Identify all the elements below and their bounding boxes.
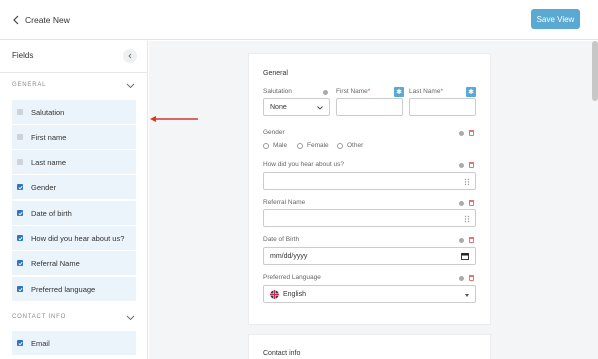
visibility-icon[interactable] — [459, 276, 464, 281]
dob-label: Date of Birth — [263, 236, 300, 243]
dob-input[interactable]: mm/dd/yyyy — [263, 247, 476, 265]
chevron-down-icon[interactable] — [126, 315, 135, 321]
first-name-label: First Name* — [336, 88, 371, 95]
hear-label: How did you hear about us? — [263, 161, 344, 168]
form-preview-area: General Salutation None First Name* ✱ La… — [149, 41, 598, 359]
field-item-label: How did you hear about us? — [31, 233, 125, 243]
checkbox-checked[interactable] — [17, 235, 23, 241]
collapse-sidebar-button[interactable] — [123, 49, 137, 63]
resize-grip-icon — [464, 178, 470, 186]
field-item-last-name[interactable]: Last name — [12, 150, 136, 174]
save-view-button[interactable]: Save View — [531, 9, 580, 29]
trash-icon[interactable] — [469, 275, 474, 281]
checkbox-disabled — [17, 134, 23, 140]
gender-option-male[interactable]: Male — [263, 142, 287, 149]
field-item-label: Last name — [31, 157, 67, 167]
hear-input[interactable] — [263, 172, 476, 190]
field-item-gender[interactable]: Gender — [12, 175, 136, 199]
field-item-date-of-birth[interactable]: Date of birth — [12, 201, 136, 225]
checkbox-checked[interactable] — [17, 210, 23, 216]
field-item-label: Referral Name — [31, 258, 80, 268]
section-header-contact-info: CONTACT INFO — [12, 314, 67, 320]
first-name-input[interactable] — [336, 98, 403, 116]
field-item-label: Preferred language — [31, 284, 96, 294]
visibility-icon[interactable] — [459, 131, 464, 136]
scrollbar[interactable] — [592, 41, 598, 101]
checkbox-checked[interactable] — [17, 340, 23, 346]
card-title-general: General — [263, 70, 288, 77]
gender-option-other[interactable]: Other — [337, 142, 363, 149]
general-card: General Salutation None First Name* ✱ La… — [248, 53, 491, 325]
contact-info-card: Contact info — [248, 334, 491, 359]
field-item-label: Salutation — [31, 107, 65, 117]
resize-grip-icon — [464, 215, 470, 223]
field-item-email[interactable]: Email — [12, 331, 136, 355]
chevron-down-icon — [317, 106, 323, 110]
trash-icon[interactable] — [469, 130, 474, 136]
required-star-icon[interactable]: ✱ — [466, 87, 476, 97]
field-item-label: Email — [31, 338, 50, 348]
calendar-icon[interactable] — [461, 252, 469, 260]
salutation-label: Salutation — [263, 88, 292, 95]
field-item-referral-name[interactable]: Referral Name — [12, 251, 136, 275]
field-item-first-name[interactable]: First name — [12, 125, 136, 149]
last-name-input[interactable] — [409, 98, 476, 116]
red-arrow-icon — [150, 116, 198, 122]
trash-icon[interactable] — [469, 237, 474, 243]
field-item-label: Date of birth — [31, 208, 72, 218]
salutation-value: None — [270, 103, 287, 111]
card-title-contact-info: Contact info — [263, 350, 301, 357]
salutation-select[interactable]: None — [263, 98, 330, 116]
chevron-left-icon — [128, 53, 132, 59]
visibility-icon[interactable] — [459, 238, 464, 243]
visibility-icon[interactable] — [459, 201, 464, 206]
checkbox-checked[interactable] — [17, 286, 23, 292]
sidebar-divider — [0, 72, 148, 73]
field-item-salutation[interactable]: Salutation — [12, 100, 136, 124]
caret-down-icon — [465, 294, 469, 297]
language-value: English — [283, 290, 306, 298]
gender-label: Gender — [263, 129, 285, 136]
dob-placeholder: mm/dd/yyyy — [270, 252, 308, 260]
chevron-down-icon[interactable] — [126, 83, 135, 89]
visibility-icon[interactable] — [323, 90, 328, 95]
referral-label: Referral Name — [263, 199, 306, 206]
last-name-label: Last Name* — [409, 88, 443, 95]
section-header-general: GENERAL — [12, 82, 47, 88]
page-title: Create New — [25, 15, 70, 25]
uk-flag-icon — [270, 289, 279, 299]
field-item-label: First name — [31, 132, 67, 142]
trash-icon[interactable] — [469, 162, 474, 168]
referral-input[interactable] — [263, 209, 476, 227]
fields-sidebar: Fields GENERAL Salutation First name Las… — [0, 41, 148, 359]
trash-icon[interactable] — [469, 200, 474, 206]
back-chevron-icon[interactable] — [12, 15, 20, 25]
visibility-icon[interactable] — [459, 163, 464, 168]
required-star-icon[interactable]: ✱ — [394, 87, 404, 97]
field-item-label: Gender — [31, 182, 57, 192]
top-bar: Create New Save View — [0, 0, 598, 40]
checkbox-checked[interactable] — [17, 184, 23, 190]
field-item-how-did-you-hear[interactable]: How did you hear about us? — [12, 226, 136, 250]
checkbox-disabled — [17, 109, 23, 115]
checkbox-checked[interactable] — [17, 260, 23, 266]
field-item-preferred-language[interactable]: Preferred language — [12, 277, 136, 301]
checkbox-disabled — [17, 159, 23, 165]
language-select[interactable]: English — [263, 285, 476, 303]
gender-option-female[interactable]: Female — [297, 142, 329, 149]
sidebar-title: Fields — [12, 51, 34, 60]
language-label: Preferred Language — [263, 274, 321, 281]
